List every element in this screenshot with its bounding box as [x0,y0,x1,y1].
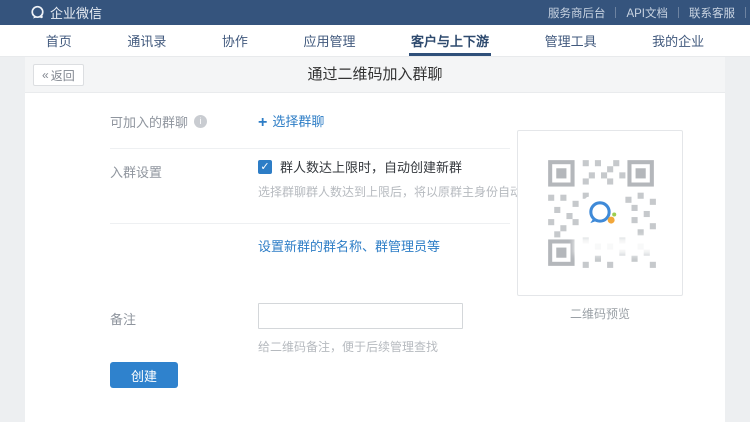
back-button[interactable]: « 返回 [33,64,84,86]
wecom-bubble-icon [30,5,45,20]
select-group-link[interactable]: +选择群聊 [258,111,324,132]
nav-app-management[interactable]: 应用管理 [301,25,357,56]
top-link-service-provider[interactable]: 服务商后台 [538,5,616,21]
auto-create-group-checkbox-row[interactable]: ✓ 群人数达上限时，自动创建新群 [258,157,462,176]
remark-input[interactable] [258,303,463,329]
page-title: 通过二维码加入群聊 [25,57,725,93]
remark-label: 备注 [110,309,136,328]
wecom-logo-text: 企业微信 [50,3,102,22]
nav-my-company[interactable]: 我的企业 [650,25,706,56]
create-button[interactable]: 创建 [110,362,178,388]
back-chevron-icon: « [42,68,48,82]
qr-watermark-blur [574,237,656,255]
checkbox-checked-icon[interactable]: ✓ [258,160,272,174]
nav-home[interactable]: 首页 [44,25,74,56]
info-icon[interactable]: i [194,115,207,128]
card-header: 通过二维码加入群聊 « 返回 [25,57,725,93]
top-link-contact-support[interactable]: 联系客服 [679,5,745,21]
join-settings-label: 入群设置 [110,162,162,181]
remark-helper: 给二维码备注，便于后续管理查找 [258,338,438,355]
nav-collaboration[interactable]: 协作 [220,25,250,56]
nav-customers-upstream-downstream[interactable]: 客户与上下游 [409,25,491,56]
joinable-group-label: 可加入的群聊 i [110,112,207,131]
new-group-settings-link[interactable]: 设置新群的群名称、群管理员等 [258,236,440,255]
form-body: 可加入的群聊 i +选择群聊 入群设置 ✓ 群人数达上限时，自动创建新群 选择群… [25,93,725,422]
nav-management-tools[interactable]: 管理工具 [543,25,599,56]
section-divider [110,148,510,149]
plus-icon: + [258,114,267,131]
section-divider [110,223,510,224]
topbar-divider [745,7,746,18]
wecom-admin-page: 企业微信 服务商后台 API文档 联系客服 首页 通讯录 协作 应用管理 客户与… [0,0,750,422]
topbar-links: 服务商后台 API文档 联系客服 [538,0,746,25]
back-label: 返回 [51,67,75,84]
qr-preview-label: 二维码预览 [517,305,683,322]
top-link-api-docs[interactable]: API文档 [616,5,678,21]
topbar: 企业微信 服务商后台 API文档 联系客服 [0,0,750,25]
qr-preview-card [517,130,683,296]
main-nav: 首页 通讯录 协作 应用管理 客户与上下游 管理工具 我的企业 [0,25,750,57]
wecom-logo[interactable]: 企业微信 [30,3,102,22]
content-card: 通过二维码加入群聊 « 返回 可加入的群聊 i +选择群聊 入群设置 ✓ 群人数… [25,57,725,422]
qr-code-image [540,152,662,274]
nav-contacts[interactable]: 通讯录 [125,25,168,56]
checkbox-label: 群人数达上限时，自动创建新群 [280,157,462,176]
